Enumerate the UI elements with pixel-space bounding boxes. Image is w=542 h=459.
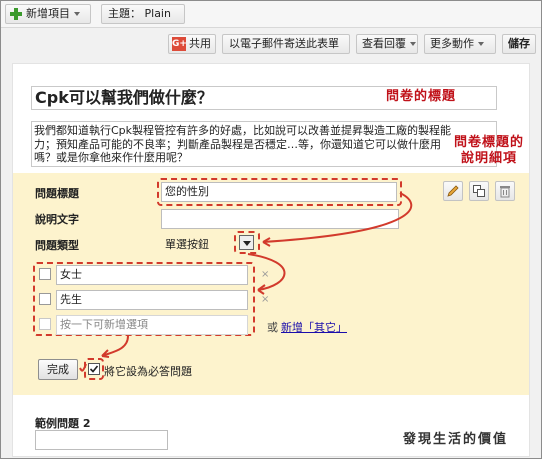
gplus-icon: G+ xyxy=(172,37,187,51)
checkmark-icon xyxy=(89,365,99,373)
or-text: 或 xyxy=(267,321,278,334)
option-input-2[interactable]: 先生 xyxy=(56,290,248,310)
view-responses-label: 查看回覆 xyxy=(362,37,406,50)
question-type-label: 問題類型 xyxy=(35,239,79,252)
save-button[interactable]: 儲存 xyxy=(502,34,536,54)
done-label: 完成 xyxy=(47,363,69,376)
highlight-title xyxy=(157,178,402,206)
share-label: 共用 xyxy=(189,37,211,50)
done-button[interactable]: 完成 xyxy=(38,359,78,380)
add-option-placeholder: 按一下可新增選項 xyxy=(60,318,148,331)
duplicate-question-button[interactable] xyxy=(469,181,489,201)
option-input-1[interactable]: 女士 xyxy=(56,265,248,285)
question-title-label: 問題標題 xyxy=(35,187,79,200)
chevron-down-icon xyxy=(410,42,416,46)
chevron-down-icon xyxy=(74,12,80,16)
help-text-input[interactable] xyxy=(161,209,399,229)
email-form-label: 以電子郵件寄送此表單 xyxy=(229,37,339,50)
theme-value: Plain xyxy=(144,7,171,20)
view-responses-button[interactable]: 查看回覆 xyxy=(356,34,418,54)
example-question-label: 範例問題 2 xyxy=(35,417,91,430)
more-actions-label: 更多動作 xyxy=(430,37,474,50)
option-value: 女士 xyxy=(60,268,82,281)
example-question-input[interactable] xyxy=(35,430,168,450)
pencil-icon xyxy=(447,185,459,197)
add-option-input[interactable]: 按一下可新增選項 xyxy=(56,315,248,335)
email-form-button[interactable]: 以電子郵件寄送此表單 xyxy=(222,34,350,54)
option-radio xyxy=(39,268,51,280)
more-actions-button[interactable]: 更多動作 xyxy=(424,34,496,54)
theme-button[interactable]: 主題： Plain xyxy=(101,4,185,24)
help-text-label: 說明文字 xyxy=(35,213,79,226)
question-type-value: 單選按鈕 xyxy=(165,238,209,251)
required-label: 將它設為必答問題 xyxy=(104,365,192,378)
add-item-button[interactable]: 新增項目 xyxy=(5,4,91,24)
share-button[interactable]: G+ 共用 xyxy=(168,34,216,54)
option-radio xyxy=(39,293,51,305)
highlight-type-dropdown xyxy=(234,231,260,254)
form-description-input[interactable]: 我們都知道執行Cpk製程管控有許多的好處，比如說可以改善並提昇製造工廠的製程能 … xyxy=(31,121,497,167)
save-label: 儲存 xyxy=(508,37,530,50)
form-toolbar: G+ 共用 以電子郵件寄送此表單 查看回覆 更多動作 儲存 xyxy=(1,28,541,58)
chevron-down-icon xyxy=(478,42,484,46)
description-annotation-line2: 說明細項 xyxy=(461,151,518,166)
remove-option-button[interactable]: × xyxy=(261,269,269,280)
option-value: 先生 xyxy=(60,293,82,306)
remove-option-button[interactable]: × xyxy=(261,294,269,305)
description-line: 嗎？或是你拿他來作什麼用呢？ xyxy=(34,151,188,164)
edit-question-button[interactable] xyxy=(443,181,463,201)
form-title-text: Cpk可以幫我們做什麼？ xyxy=(35,88,213,107)
top-bar: 新增項目 主題： Plain xyxy=(1,1,541,28)
description-line: 力；預知產品可能的不良率；判斷產品製程是否穩定…等，你還知道它可以做什麼用 xyxy=(34,137,441,151)
plus-icon xyxy=(10,8,22,20)
add-item-label: 新增項目 xyxy=(26,7,70,20)
watermark: 發現生活的價值 xyxy=(403,432,509,447)
delete-question-button[interactable] xyxy=(495,181,515,201)
trash-icon xyxy=(500,186,510,198)
option-radio xyxy=(39,318,51,330)
form-title-annotation: 問卷的標題 xyxy=(386,89,457,104)
add-other-link[interactable]: 新增「其它」 xyxy=(281,319,347,335)
theme-label: 主題： xyxy=(108,7,141,20)
required-checkbox[interactable] xyxy=(88,363,100,375)
duplicate-icon xyxy=(473,185,485,197)
description-line: 我們都知道執行Cpk製程管控有許多的好處，比如說可以改善並提昇製造工廠的製程能 xyxy=(34,124,452,137)
